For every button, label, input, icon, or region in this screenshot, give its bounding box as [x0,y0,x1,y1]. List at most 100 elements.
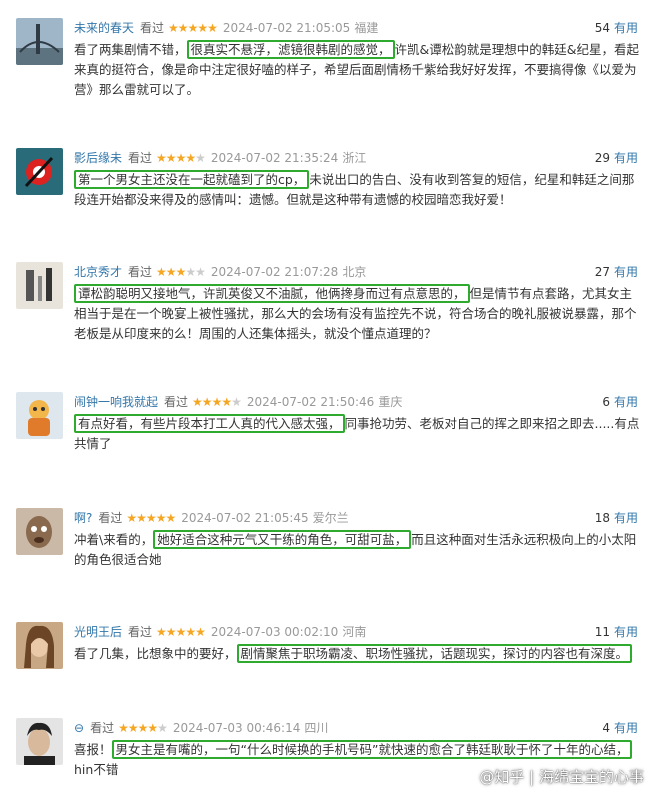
review-date: 2024-07-02 21:05:05 [222,21,351,35]
user-avatar[interactable] [16,508,63,555]
user-avatar[interactable] [16,262,63,309]
watch-status: 看过 [98,511,123,525]
star-filled-icon: ★ [137,721,149,735]
username-link[interactable]: 光明王后 [74,625,122,639]
star-filled-icon: ★ [136,511,147,525]
review-location: 重庆 [378,395,403,409]
user-avatar[interactable] [16,392,63,439]
star-filled-icon: ★ [201,395,213,409]
vote-count: 6 有用 [602,392,638,412]
review-content: 看了几集，比想象中的要好， 剧情聚焦于职场霸凌、职场性骚扰，话题现实，探讨的内容也… [74,644,642,664]
review-location: 爱尔兰 [312,511,349,525]
star-filled-icon: ★ [175,625,187,639]
star-rating: ★★★★★ [156,151,206,165]
watch-status: 看过 [128,625,153,639]
star-filled-icon: ★ [145,511,157,525]
star-filled-icon: ★ [165,625,177,639]
username-link[interactable]: 啊? [74,511,92,525]
star-filled-icon: ★ [192,395,203,409]
watch-status: 看过 [128,151,153,165]
user-avatar[interactable] [16,718,63,765]
star-filled-icon: ★ [175,151,187,165]
useful-button[interactable]: 有用 [614,511,638,525]
star-empty-icon: ★ [195,265,206,279]
star-filled-icon: ★ [156,265,167,279]
useful-button[interactable]: 有用 [614,721,638,735]
review-text-pre: 冲着\来看的， [74,532,154,547]
review-meta: ⊖ 看过 ★★★★★ 2024-07-03 00:46:14 四川 [74,718,328,738]
review-date: 2024-07-02 21:05:45 [181,511,309,525]
review-location: 浙江 [342,151,367,165]
vote-number: 6 [602,395,610,409]
vote-count: 11 有用 [595,622,638,642]
vote-number: 27 [594,265,610,279]
review-date: 2024-07-02 21:50:46 [246,395,375,409]
vote-count: 54 有用 [595,18,638,38]
star-filled-icon: ★ [165,511,176,525]
review-highlight: 有点好看，有些片段本打工人真的代入感太强， [74,414,345,433]
review-location: 福建 [354,21,379,35]
review-date: 2024-07-03 00:02:10 [210,625,339,639]
username-link[interactable]: 影后缘未 [74,151,122,165]
review-meta: 北京秀才 看过 ★★★★★ 2024-07-02 21:07:28 北京 [74,262,366,282]
watch-status: 看过 [90,721,115,735]
useful-button[interactable]: 有用 [614,21,638,35]
user-avatar[interactable] [16,622,63,669]
star-filled-icon: ★ [126,511,137,525]
star-filled-icon: ★ [195,625,206,639]
user-avatar[interactable] [16,18,63,65]
watch-status: 看过 [140,21,165,35]
star-rating: ★★★★★ [118,721,168,735]
star-filled-icon: ★ [127,721,139,735]
star-filled-icon: ★ [147,721,158,735]
star-filled-icon: ★ [165,151,177,165]
review-location: 北京 [342,265,367,279]
username-link[interactable]: ⊖ [74,721,84,735]
useful-button[interactable]: 有用 [614,265,638,279]
review-meta: 未来的春天 看过 ★★★★★ 2024-07-02 21:05:05 福建 [74,18,378,38]
useful-button[interactable]: 有用 [614,151,638,165]
useful-button[interactable]: 有用 [614,625,638,639]
review-text-pre: 看了几集，比想象中的要好， [74,646,237,661]
star-empty-icon: ★ [195,151,206,165]
star-empty-icon: ★ [231,395,242,409]
star-filled-icon: ★ [118,721,129,735]
vote-number: 4 [602,721,610,735]
star-filled-icon: ★ [156,151,167,165]
vote-number: 29 [594,151,610,165]
star-filled-icon: ★ [155,511,167,525]
review-highlight: 男女主是有嘴的，一句“什么时候换的手机号码”就快速的愈合了韩廷耿耿于怀了十年的心… [111,740,633,759]
star-filled-icon: ★ [156,625,167,639]
review-highlight: 很真实不悬浮，滤镜很韩剧的感觉， [186,40,395,59]
review-highlight: 她好适合这种元气又干练的角色，可甜可盐， [153,530,412,549]
star-filled-icon: ★ [221,395,232,409]
review-meta: 光明王后 看过 ★★★★★ 2024-07-03 00:02:10 河南 [74,622,366,642]
vote-count: 18 有用 [595,508,638,528]
review-content: 有点好看，有些片段本打工人真的代入感太强， 同事抢功劳、老板对自己的挥之即来招之即… [74,414,642,454]
star-filled-icon: ★ [168,21,179,35]
vote-count: 29 有用 [595,148,638,168]
useful-button[interactable]: 有用 [614,395,638,409]
star-empty-icon: ★ [157,721,168,735]
star-rating: ★★★★★ [156,265,206,279]
review-location: 四川 [304,721,329,735]
star-filled-icon: ★ [185,625,196,639]
review-text-pre: 看了两集剧情不错， [74,42,187,57]
review-content: 冲着\来看的， 她好适合这种元气又干练的角色，可甜可盐， 而且这种面对生活永远积极向… [74,530,642,570]
star-filled-icon: ★ [207,21,218,35]
review-highlight: 谭松韵聪明又接地气，许凯英俊又不油腻，他俩搀身而过有点意思的， [74,284,470,303]
vote-number: 54 [594,21,610,35]
star-filled-icon: ★ [165,265,177,279]
review-meta: 影后缘未 看过 ★★★★★ 2024-07-02 21:35:24 浙江 [74,148,366,168]
star-filled-icon: ★ [197,21,208,35]
review-meta: 闹钟一响我就起 看过 ★★★★★ 2024-07-02 21:50:46 重庆 [74,392,402,412]
star-rating: ★★★★★ [168,21,218,35]
username-link[interactable]: 北京秀才 [74,265,122,279]
star-empty-icon: ★ [185,265,196,279]
user-avatar[interactable] [16,148,63,195]
username-link[interactable]: 未来的春天 [74,21,134,35]
review-date: 2024-07-02 21:35:24 [210,151,339,165]
star-rating: ★★★★★ [156,625,206,639]
username-link[interactable]: 闹钟一响我就起 [74,395,158,409]
vote-number: 11 [594,625,610,639]
